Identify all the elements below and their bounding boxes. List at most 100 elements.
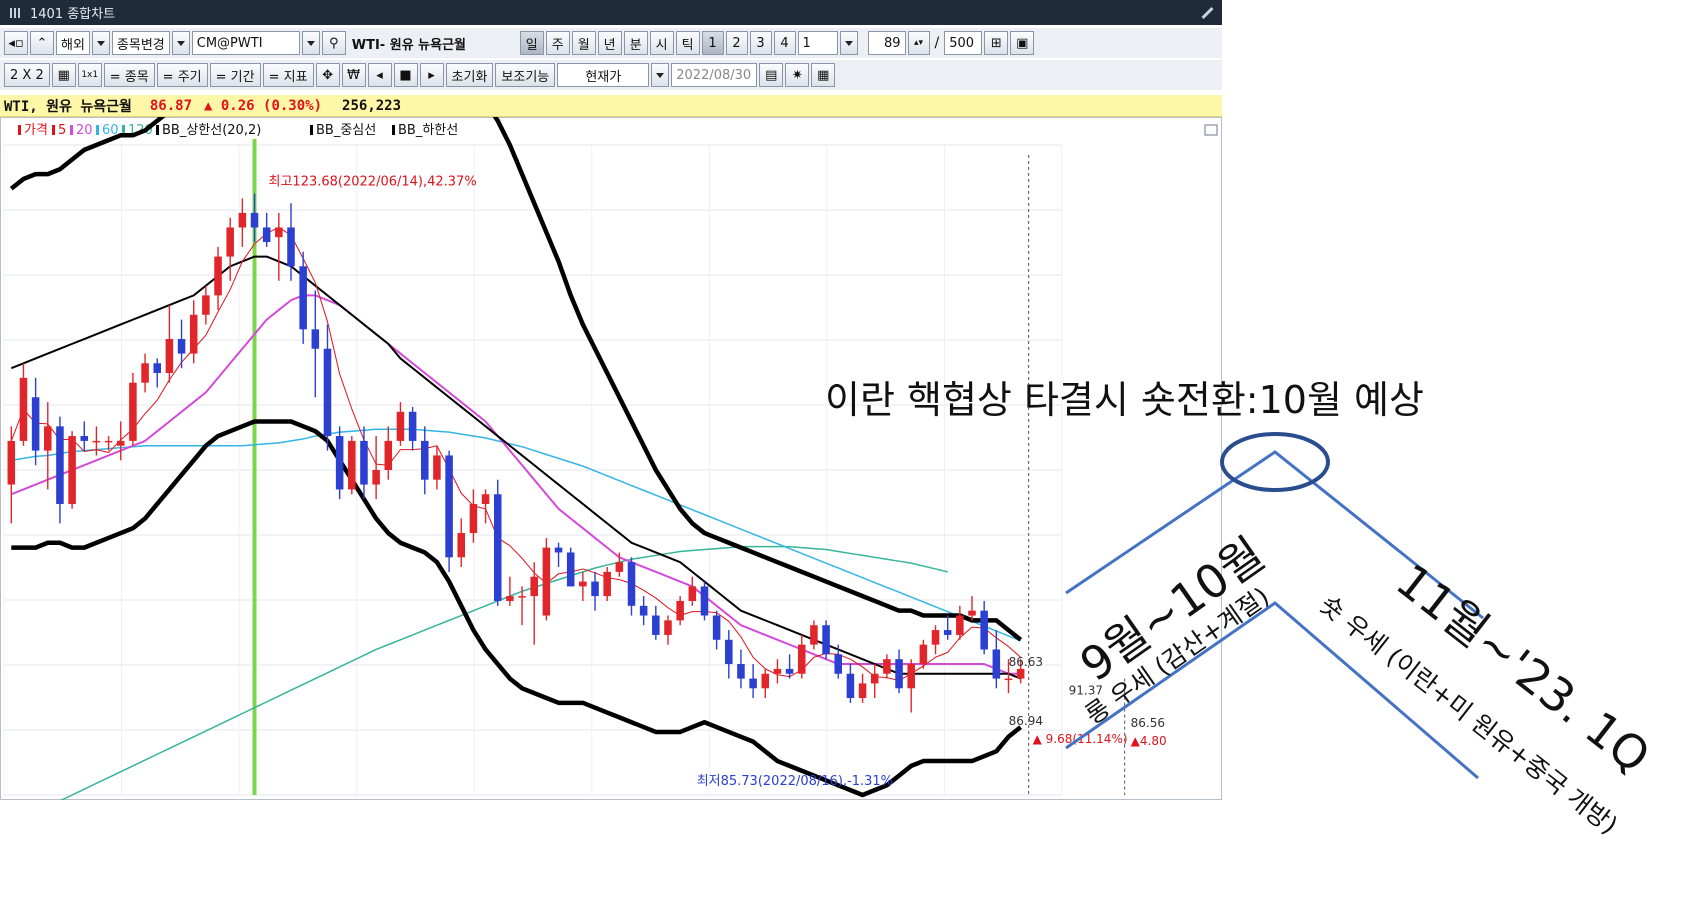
multiple-1-button[interactable]: 1 bbox=[701, 31, 724, 55]
candle-body bbox=[44, 426, 52, 451]
candle-body bbox=[19, 377, 28, 441]
candle bbox=[445, 450, 453, 572]
code-input[interactable]: CM@PWTI bbox=[191, 31, 300, 55]
up-arrow-button[interactable]: ⌃ bbox=[30, 31, 54, 55]
code-dropdown-icon[interactable] bbox=[301, 31, 320, 55]
symbol-change-select[interactable]: 종목변경 bbox=[111, 31, 170, 55]
candle-body bbox=[481, 494, 490, 504]
layout-2x2-button[interactable]: 2 X 2 bbox=[4, 63, 50, 87]
lower-band-label: 86.94 bbox=[1009, 714, 1043, 728]
candle-body bbox=[165, 339, 174, 373]
scroll-right-icon[interactable]: ▸ bbox=[419, 63, 444, 87]
candle-body bbox=[31, 397, 40, 451]
candle-body bbox=[250, 212, 259, 228]
candle-body bbox=[238, 212, 247, 228]
count-separator: / bbox=[934, 35, 940, 51]
market-select[interactable]: 해외 bbox=[56, 31, 90, 55]
candle-body bbox=[968, 610, 976, 616]
grid-icon[interactable]: ▦ bbox=[51, 63, 76, 87]
symbol-change-dropdown-icon[interactable] bbox=[171, 31, 190, 55]
search-icon[interactable]: ⚲ bbox=[321, 31, 346, 55]
add-window-icon[interactable]: ⊞ bbox=[984, 31, 1009, 55]
market-dropdown-icon[interactable] bbox=[91, 31, 110, 55]
candle-body bbox=[895, 659, 903, 689]
toolbar-bottom: 2 X 2 ▦ 1x1 = 종목 = 주기 = 기간 = 지표 ✥ ₩ ◂ ■ … bbox=[0, 60, 1222, 90]
period-button[interactable]: = 주기 bbox=[156, 63, 208, 87]
symbol-button[interactable]: = 종목 bbox=[103, 63, 155, 87]
candle bbox=[335, 426, 344, 500]
pin-icon[interactable] bbox=[1200, 6, 1214, 20]
candle bbox=[542, 537, 551, 621]
legend-label: BB_상한선(20,2) bbox=[162, 123, 261, 138]
count-input[interactable]: 89 bbox=[867, 31, 906, 55]
candle-body bbox=[810, 625, 818, 645]
tab-period-minute[interactable]: 분 bbox=[623, 31, 648, 55]
grid-settings-icon[interactable]: ▦ bbox=[811, 63, 836, 87]
count-stepper-icon[interactable]: ▴▾ bbox=[907, 31, 930, 55]
layout-1x1-button[interactable]: 1x1 bbox=[77, 63, 102, 87]
candle-body bbox=[676, 600, 684, 621]
price-chart[interactable]: 가격 5 20 60 120 BB_상한선(20,2) BB_중심선 BB_하한선최고123.… bbox=[0, 117, 1222, 800]
percent-change-1: ▲ 9.68(11.14%) bbox=[1033, 732, 1128, 746]
tab-period-day[interactable]: 일 bbox=[519, 31, 544, 55]
candle-body bbox=[530, 576, 538, 597]
candle-body bbox=[554, 547, 563, 553]
move-icon[interactable]: ✥ bbox=[315, 63, 340, 87]
price-type-select[interactable]: 현재가 bbox=[557, 63, 650, 87]
settings-icon[interactable]: ✷ bbox=[785, 63, 810, 87]
multiple-2-button[interactable]: 2 bbox=[725, 31, 748, 55]
interval-dropdown-icon[interactable] bbox=[839, 31, 858, 55]
candle-body bbox=[275, 227, 283, 238]
chart-area[interactable]: 가격 5 20 60 120 BB_상한선(20,2) BB_중심선 BB_하한선 최고123.… bbox=[0, 117, 1222, 800]
bars-icon[interactable]: ₩ bbox=[341, 63, 366, 87]
candle-body bbox=[506, 596, 514, 601]
candle bbox=[822, 620, 830, 660]
scroll-left-icon[interactable]: ◂ bbox=[367, 63, 392, 87]
reversal-circle bbox=[1220, 432, 1330, 492]
candle-body bbox=[420, 440, 429, 480]
interval-input[interactable]: 1 bbox=[797, 31, 838, 55]
legend-swatch bbox=[96, 125, 99, 135]
candle-body bbox=[761, 673, 770, 689]
tab-period-hour[interactable]: 시 bbox=[649, 31, 674, 55]
date-field[interactable]: 2022/08/30 bbox=[671, 63, 758, 87]
chart-background bbox=[0, 117, 1222, 800]
candle-body bbox=[457, 533, 466, 558]
candle-body bbox=[396, 411, 405, 441]
candle-body bbox=[177, 339, 186, 354]
save-icon[interactable]: ▣ bbox=[1010, 31, 1035, 55]
candle-body bbox=[335, 436, 344, 490]
tab-period-month[interactable]: 월 bbox=[571, 31, 596, 55]
price-type-dropdown-icon[interactable] bbox=[651, 63, 670, 87]
multiple-4-button[interactable]: 4 bbox=[773, 31, 796, 55]
stop-icon[interactable]: ■ bbox=[393, 63, 418, 87]
candle-body bbox=[700, 586, 709, 616]
legend-swatch bbox=[156, 125, 159, 135]
calendar-icon[interactable]: ▤ bbox=[759, 63, 784, 87]
candle-body bbox=[7, 440, 16, 485]
window-titlebar[interactable]: 1401 종합차트 bbox=[0, 0, 1222, 25]
aux-function-button[interactable]: 보조기능 bbox=[495, 63, 556, 87]
legend-label: 5 bbox=[58, 123, 66, 138]
candle-body bbox=[591, 581, 599, 597]
candle-body bbox=[153, 363, 161, 373]
tab-period-year[interactable]: 년 bbox=[597, 31, 622, 55]
legend-swatch bbox=[392, 125, 395, 135]
candle-body bbox=[615, 562, 624, 572]
candle-body bbox=[129, 382, 137, 441]
tab-period-week[interactable]: 주 bbox=[545, 31, 570, 55]
range-button[interactable]: = 기간 bbox=[209, 63, 261, 87]
candle-body bbox=[846, 673, 855, 698]
indicator-button[interactable]: = 지표 bbox=[262, 63, 314, 87]
candle bbox=[603, 567, 611, 601]
reset-button[interactable]: 초기화 bbox=[445, 63, 494, 87]
candle-body bbox=[1004, 678, 1013, 681]
multiple-3-button[interactable]: 3 bbox=[749, 31, 772, 55]
candle-body bbox=[202, 295, 210, 315]
tab-period-tick[interactable]: 틱 bbox=[675, 31, 700, 55]
candle-body bbox=[493, 494, 502, 601]
panel-toggle-button[interactable]: ◂▫ bbox=[4, 31, 28, 55]
candle-body bbox=[931, 630, 940, 645]
candle-body bbox=[664, 620, 672, 635]
candle bbox=[700, 581, 709, 621]
